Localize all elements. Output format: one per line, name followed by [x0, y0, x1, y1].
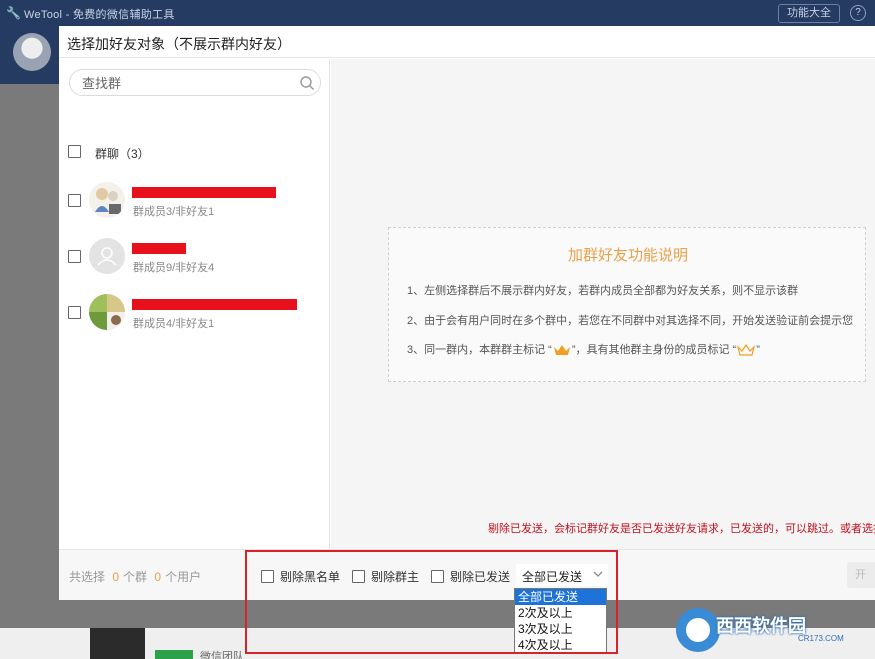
wrench-logo-icon: 🔧	[6, 6, 21, 20]
other-owner-crown-icon	[737, 344, 756, 356]
sent-count-select[interactable]: 全部已发送	[516, 564, 608, 586]
group-checkbox[interactable]	[68, 250, 81, 263]
exclude-blacklist-checkbox[interactable]	[261, 570, 274, 583]
select-all-groups-checkbox[interactable]	[68, 145, 81, 158]
group-name-redacted	[132, 243, 186, 254]
watermark-g-icon	[676, 608, 720, 652]
group-checkbox[interactable]	[68, 306, 81, 319]
default-avatar-icon	[89, 238, 125, 274]
exclude-blacklist-label: 剔除黑名单	[280, 570, 341, 584]
info-line-3-part-3: ”	[756, 344, 760, 356]
owner-crown-icon	[553, 345, 570, 356]
add-friend-dialog: 选择加好友对象（不展示群内好友） 群聊（3）	[59, 26, 875, 600]
group-avatar	[89, 182, 125, 218]
group-list-panel: 群聊（3） 群成员3/非好友1	[59, 59, 330, 549]
app-bottom-green-tag	[155, 650, 193, 659]
list-item[interactable]: 群成员4/非好友1	[59, 294, 329, 344]
exclude-blacklist-option[interactable]: 剔除黑名单	[261, 568, 340, 585]
info-title: 加群好友功能说明	[567, 247, 688, 264]
group-name-redacted	[132, 299, 297, 310]
app-titlebar: 🔧 WeTool - 免费的微信辅助工具 功能大全 ?	[0, 0, 875, 26]
group-name-redacted	[132, 187, 276, 198]
watermark-text: 西西软件园	[716, 616, 806, 636]
info-line-2: 2、由于会有用户同时在多个群中，若您在不同群中对其选择不同，开始发送验证前会提示…	[407, 315, 854, 327]
search-box[interactable]	[69, 69, 321, 96]
info-line-3-part-1: 3、同一群内，本群群主标记 “	[407, 344, 552, 356]
total-label: 共选择	[69, 570, 106, 584]
exclude-owner-checkbox[interactable]	[352, 570, 365, 583]
group-member-count: 群成员4/非好友1	[133, 318, 215, 330]
chevron-down-icon[interactable]	[593, 570, 603, 578]
exclude-sent-option[interactable]: 剔除已发送	[431, 568, 510, 585]
account-avatar[interactable]	[13, 33, 51, 71]
help-icon[interactable]: ?	[850, 5, 866, 21]
dropdown-option[interactable]: 4次及以上	[515, 637, 606, 653]
app-title: WeTool - 免费的微信辅助工具	[24, 9, 175, 21]
watermark-site: CR173.COM	[798, 634, 844, 643]
group-header-label: 群聊（3）	[95, 147, 150, 161]
dialog-title: 选择加好友对象（不展示群内好友）	[67, 36, 291, 52]
search-icon[interactable]	[299, 75, 315, 91]
group-member-count: 群成员9/非好友4	[133, 262, 215, 274]
feature-info-box: 加群好友功能说明 1、左侧选择群后不展示群内好友，若群内成员全部都为好友关系，则…	[388, 227, 866, 382]
info-line-3: 3、同一群内，本群群主标记 “ ”，具有其他群主身份的成员标记 “ ”	[407, 341, 760, 357]
search-input[interactable]	[82, 75, 282, 91]
info-line-1: 1、左侧选择群后不展示群内好友，若群内成员全部都为好友关系，则不显示该群	[407, 285, 799, 297]
skip-sent-notice: 剔除已发送，会标记群好友是否已发送好友请求，已发送的，可以跳过。或者选择	[488, 523, 875, 535]
group-member-count: 群成员3/非好友1	[133, 206, 215, 218]
user-count: 0	[154, 570, 162, 584]
group-checkbox[interactable]	[68, 194, 81, 207]
group-count: 0	[112, 570, 120, 584]
dialog-header: 选择加好友对象（不展示群内好友）	[59, 26, 875, 58]
exclude-owner-label: 剔除群主	[371, 570, 420, 584]
exclude-sent-checkbox[interactable]	[431, 570, 444, 583]
user-unit: 个用户	[165, 570, 202, 584]
dropdown-option[interactable]: 2次及以上	[515, 605, 606, 621]
watermark-logo: 西西软件园 CR173.COM	[676, 608, 856, 652]
sent-count-dropdown: 全部已发送 2次及以上 3次及以上 4次及以上	[514, 588, 607, 654]
app-bottom-text: 微信团队	[200, 651, 244, 659]
start-button[interactable]: 开始	[847, 562, 875, 588]
features-button[interactable]: 功能大全	[778, 4, 840, 23]
selection-summary: 共选择 0 个群 0 个用户	[69, 568, 201, 585]
list-item[interactable]: 群成员3/非好友1	[59, 182, 329, 232]
exclude-sent-label: 剔除已发送	[450, 570, 511, 584]
dropdown-option[interactable]: 全部已发送	[515, 589, 606, 605]
group-avatar	[89, 294, 125, 330]
info-line-3-part-2: ”，具有其他群主身份的成员标记 “	[571, 344, 737, 356]
list-item[interactable]: 群成员9/非好友4	[59, 238, 329, 288]
dialog-footer: 共选择 0个群 0个用户 剔除黑名单 剔除群主 剔除已发送 全部已发送 开始	[59, 549, 875, 600]
app-bottom-thumbnail	[90, 628, 145, 659]
dropdown-option[interactable]: 3次及以上	[515, 621, 606, 637]
group-unit: 个群	[123, 570, 148, 584]
select-value: 全部已发送	[522, 570, 583, 584]
exclude-owner-option[interactable]: 剔除群主	[352, 568, 419, 585]
